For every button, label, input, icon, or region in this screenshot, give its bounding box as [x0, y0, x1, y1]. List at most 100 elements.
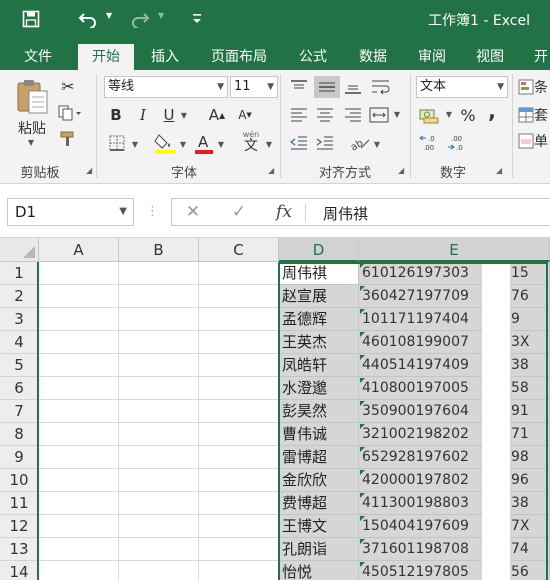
cell-e-id[interactable]: 411300198803 38	[359, 492, 550, 515]
cell-b[interactable]	[119, 308, 199, 331]
cell-a[interactable]	[39, 446, 119, 469]
fill-color-dropdown-icon[interactable]: ▼	[178, 138, 188, 150]
paste-icon[interactable]	[12, 76, 52, 116]
confirm-icon[interactable]: ✓	[226, 200, 252, 224]
cell-c[interactable]	[199, 331, 279, 354]
cell-c[interactable]	[199, 377, 279, 400]
formula-input[interactable]: 周伟祺	[323, 203, 368, 224]
cell-b[interactable]	[119, 285, 199, 308]
cell-b[interactable]	[119, 377, 199, 400]
cell-a[interactable]	[39, 492, 119, 515]
cell-a[interactable]	[39, 469, 119, 492]
decrease-font-button[interactable]: A ▼	[236, 104, 254, 126]
cell-c[interactable]	[199, 400, 279, 423]
cell-e-id[interactable]: 321002198202 71	[359, 423, 550, 446]
tab-review[interactable]: 审阅	[408, 44, 456, 70]
column-header-b[interactable]: B	[119, 238, 199, 262]
format-as-table-button[interactable]: 套	[518, 104, 550, 126]
copy-icon[interactable]	[56, 102, 84, 124]
cell-c[interactable]	[199, 446, 279, 469]
cell-b[interactable]	[119, 469, 199, 492]
align-right-icon[interactable]	[342, 104, 364, 126]
underline-button[interactable]: U	[160, 104, 178, 126]
cut-icon[interactable]: ✂	[58, 76, 78, 96]
italic-button[interactable]: I	[134, 104, 152, 126]
column-header-a[interactable]: A	[39, 238, 119, 262]
cell-d-name[interactable]: 水澄邈	[279, 377, 359, 400]
cell-d-name[interactable]: 金欣欣	[279, 469, 359, 492]
cell-a[interactable]	[39, 400, 119, 423]
cell-c[interactable]	[199, 262, 279, 285]
bold-button[interactable]: B	[107, 104, 125, 126]
cell-c[interactable]	[199, 285, 279, 308]
cell-b[interactable]	[119, 561, 199, 580]
row-header[interactable]: 11	[0, 492, 39, 515]
cell-d-name[interactable]: 费博超	[279, 492, 359, 515]
font-color-dropdown-icon[interactable]: ▼	[216, 138, 226, 150]
cell-c[interactable]	[199, 354, 279, 377]
row-header[interactable]: 5	[0, 354, 39, 377]
cancel-icon[interactable]: ✕	[180, 200, 206, 224]
cell-e-id[interactable]: 350900197604 91	[359, 400, 550, 423]
insert-function-icon[interactable]: fx	[270, 200, 298, 224]
cell-d-name[interactable]: 孟德辉	[279, 308, 359, 331]
borders-dropdown-icon[interactable]: ▼	[130, 138, 140, 150]
row-header[interactable]: 6	[0, 377, 39, 400]
cell-d-name[interactable]: 雷博超	[279, 446, 359, 469]
cell-a[interactable]	[39, 354, 119, 377]
tab-file[interactable]: 文件	[10, 44, 66, 70]
merge-dropdown-icon[interactable]: ▼	[392, 108, 402, 120]
cell-b[interactable]	[119, 331, 199, 354]
tab-view[interactable]: 视图	[466, 44, 514, 70]
font-color-icon[interactable]: A	[193, 130, 215, 156]
cell-e-id[interactable]: 360427197709 76	[359, 285, 550, 308]
row-header[interactable]: 9	[0, 446, 39, 469]
number-format-select[interactable]: 文本 ▼	[416, 76, 508, 98]
phonetic-dropdown-icon[interactable]: ▼	[264, 138, 274, 150]
cell-b[interactable]	[119, 423, 199, 446]
column-header-c[interactable]: C	[199, 238, 279, 262]
cell-b[interactable]	[119, 538, 199, 561]
row-header[interactable]: 14	[0, 561, 39, 580]
row-header[interactable]: 1	[0, 262, 39, 285]
cell-e-id[interactable]: 371601198708 74	[359, 538, 550, 561]
cell-e-id[interactable]: 440514197409 38	[359, 354, 550, 377]
cell-d-name[interactable]: 孔朗诣	[279, 538, 359, 561]
cell-d-name[interactable]: 王英杰	[279, 331, 359, 354]
align-center-icon[interactable]	[314, 104, 336, 126]
cell-e-id[interactable]: 610126197303 15	[359, 262, 550, 285]
font-name-select[interactable]: 等线 ▼	[104, 76, 228, 98]
decrease-indent-icon[interactable]	[288, 132, 310, 154]
middle-align-icon[interactable]	[314, 76, 340, 98]
cell-b[interactable]	[119, 400, 199, 423]
increase-indent-icon[interactable]	[314, 132, 336, 154]
row-header[interactable]: 7	[0, 400, 39, 423]
row-header[interactable]: 2	[0, 285, 39, 308]
tab-page-layout[interactable]: 页面布局	[200, 44, 278, 70]
cell-d-name[interactable]: 怡悦	[279, 561, 359, 580]
cell-a[interactable]	[39, 308, 119, 331]
orientation-icon[interactable]: ab	[348, 132, 372, 154]
select-all-button[interactable]	[0, 238, 39, 262]
comma-style-button[interactable]: ,	[484, 99, 500, 123]
clipboard-launcher-icon[interactable]: ◢	[86, 166, 92, 175]
cell-c[interactable]	[199, 492, 279, 515]
cell-d-name[interactable]: 曹伟诚	[279, 423, 359, 446]
undo-dropdown-icon[interactable]: ▼	[106, 11, 112, 20]
cell-b[interactable]	[119, 262, 199, 285]
tab-data[interactable]: 数据	[348, 44, 398, 70]
cell-e-id[interactable]: 150404197609 7X	[359, 515, 550, 538]
row-header[interactable]: 13	[0, 538, 39, 561]
tab-developer[interactable]: 开	[526, 44, 550, 70]
cell-c[interactable]	[199, 538, 279, 561]
cell-c[interactable]	[199, 308, 279, 331]
cell-e-id[interactable]: 101171197404 9	[359, 308, 550, 331]
cell-d-name[interactable]: 凤皓轩	[279, 354, 359, 377]
cell-a[interactable]	[39, 515, 119, 538]
cell-b[interactable]	[119, 446, 199, 469]
increase-font-button[interactable]: A ▲	[208, 104, 226, 126]
cell-b[interactable]	[119, 492, 199, 515]
save-icon[interactable]	[22, 8, 40, 30]
cell-c[interactable]	[199, 515, 279, 538]
cell-e-id[interactable]: 460108199007 3X	[359, 331, 550, 354]
